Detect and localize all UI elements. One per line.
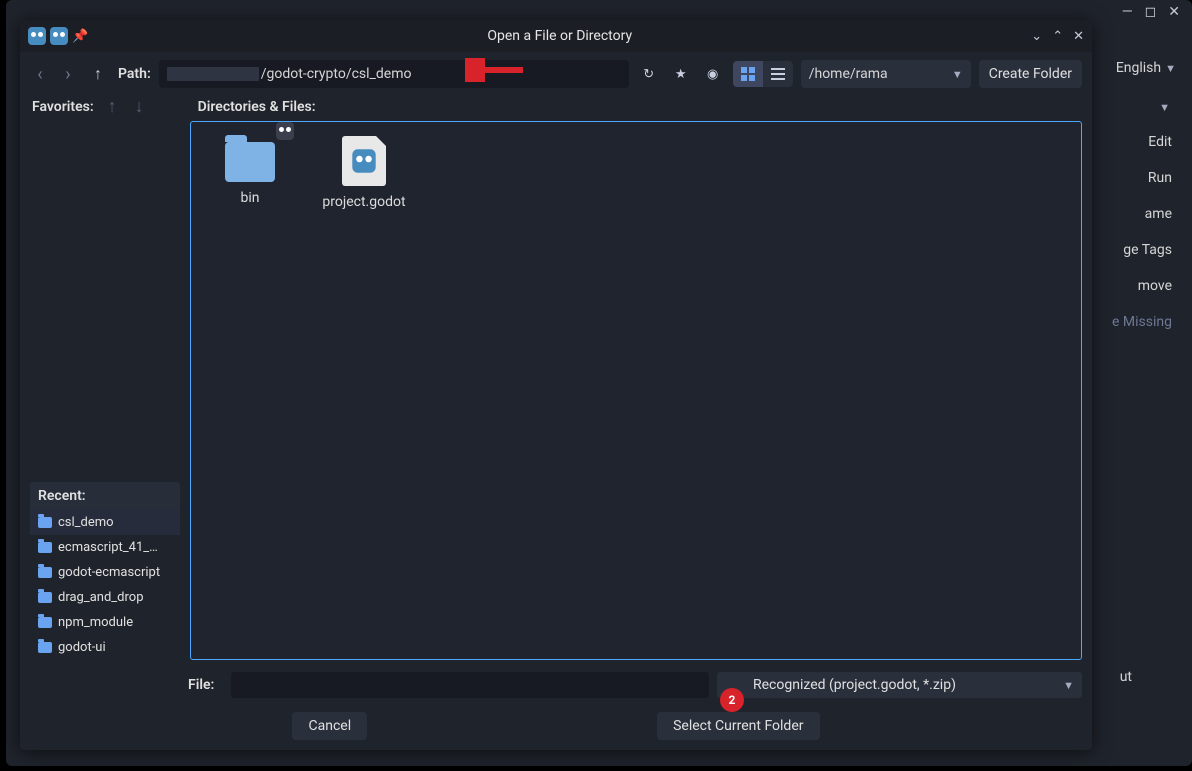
recent-item[interactable]: drag_and_drop [30,585,180,610]
refresh-icon[interactable]: ↻ [637,62,661,86]
godot-icon [50,27,68,45]
godot-icon [28,27,46,45]
recent-item-label: npm_module [58,615,133,630]
recent-item-label: godot-ui [58,640,106,655]
dirs-files-header: Directories & Files: [198,99,316,115]
panel-headers: Favorites: ↑ ↓ Directories & Files: [20,92,1092,121]
drive-select[interactable]: /home/rama ▼ [801,60,971,88]
dialog-body: Recent: csl_demo ecmascript_41_… godot-e… [20,121,1092,668]
file-row: File: Recognized (project.godot, *.zip) … [20,668,1092,702]
chevron-down-icon: ▼ [1165,62,1176,75]
parent-window-controls: — ◻ ✕ [1122,4,1180,20]
close-icon[interactable]: ✕ [1073,29,1084,44]
recent-item-label: drag_and_drop [58,590,144,605]
godot-project-icon [342,136,386,186]
minimize-icon[interactable]: ⌄ [1031,29,1042,44]
recent-item[interactable]: csl_demo [30,510,180,535]
list-view-button[interactable] [763,61,793,87]
file-item-label: project.godot [322,194,405,210]
dialog-title: Open a File or Directory [88,28,1031,44]
file-item-folder[interactable]: bin [205,136,295,210]
dialog-buttons: Cancel Select Current Folder [20,702,1092,750]
file-item-project[interactable]: project.godot [319,136,409,210]
recent-item-label: ecmascript_41_… [58,540,158,555]
cancel-button[interactable]: Cancel [292,712,367,740]
grid-view-button[interactable] [733,61,763,87]
folder-icon [225,142,275,182]
dialog-toolbar: ‹ › ↑ Path: /godot-crypto/csl_demo ↻ ★ ◉… [20,52,1092,92]
recent-item-label: csl_demo [58,515,114,530]
recent-item[interactable]: godot-ui [30,635,180,660]
recent-item-label: godot-ecmascript [58,565,160,580]
path-input[interactable]: /godot-crypto/csl_demo [159,60,629,88]
maximize-icon[interactable]: ⌃ [1052,29,1063,44]
folder-icon [38,567,52,578]
path-redacted-segment [167,67,259,81]
folder-icon [38,542,52,553]
chevron-down-icon: ▼ [1063,679,1074,692]
chevron-down-icon: ▼ [952,68,963,81]
favorite-icon[interactable]: ★ [669,62,693,86]
favorite-move-down-icon[interactable]: ↓ [131,96,148,117]
left-column: Recent: csl_demo ecmascript_41_… godot-e… [30,121,180,660]
language-selector[interactable]: English ▼ [1116,60,1176,76]
show-hidden-icon[interactable]: ◉ [701,62,725,86]
favorite-move-up-icon[interactable]: ↑ [104,96,121,117]
create-folder-button[interactable]: Create Folder [979,60,1082,88]
recent-list: csl_demo ecmascript_41_… godot-ecmascrip… [30,510,180,660]
file-name-input[interactable] [231,672,709,698]
view-mode-toggle [733,61,793,87]
grid-icon [741,67,755,81]
parent-close-icon[interactable]: ✕ [1168,4,1180,20]
filter-chevron-icon[interactable]: ▼ [1159,100,1170,115]
folder-icon [38,617,52,628]
recent-item[interactable]: npm_module [30,610,180,635]
favorites-header: Favorites: [32,99,94,115]
about-button[interactable]: ut [1120,669,1132,685]
recent-header: Recent: [30,482,180,510]
list-icon [771,68,785,80]
path-label: Path: [118,66,151,82]
file-filter-value: Recognized (project.godot, *.zip) [753,677,956,693]
language-label: English [1116,60,1161,76]
folder-icon [38,642,52,653]
folder-icon [38,517,52,528]
nav-forward-button[interactable]: › [58,61,78,87]
parent-maximize-icon[interactable]: ◻ [1145,4,1157,20]
recent-item[interactable]: godot-ecmascript [30,560,180,585]
nav-back-button[interactable]: ‹ [30,61,50,87]
file-browser[interactable]: bin project.godot [190,121,1082,660]
folder-icon [38,592,52,603]
favorites-list[interactable] [30,121,180,482]
file-dialog: 📌 Open a File or Directory ⌄ ⌃ ✕ ‹ › ↑ P… [20,20,1092,750]
recent-item[interactable]: ecmascript_41_… [30,535,180,560]
file-label: File: [188,677,223,693]
drive-select-value: /home/rama [809,66,888,82]
dialog-titlebar: 📌 Open a File or Directory ⌄ ⌃ ✕ [20,20,1092,52]
file-item-label: bin [241,190,260,206]
pin-icon[interactable]: 📌 [72,29,88,44]
path-text: /godot-crypto/csl_demo [261,66,412,82]
file-filter-select[interactable]: Recognized (project.godot, *.zip) ▼ [717,672,1082,698]
nav-up-button[interactable]: ↑ [86,62,110,86]
parent-minimize-icon[interactable]: — [1122,4,1133,20]
select-folder-button[interactable]: Select Current Folder [657,712,819,740]
